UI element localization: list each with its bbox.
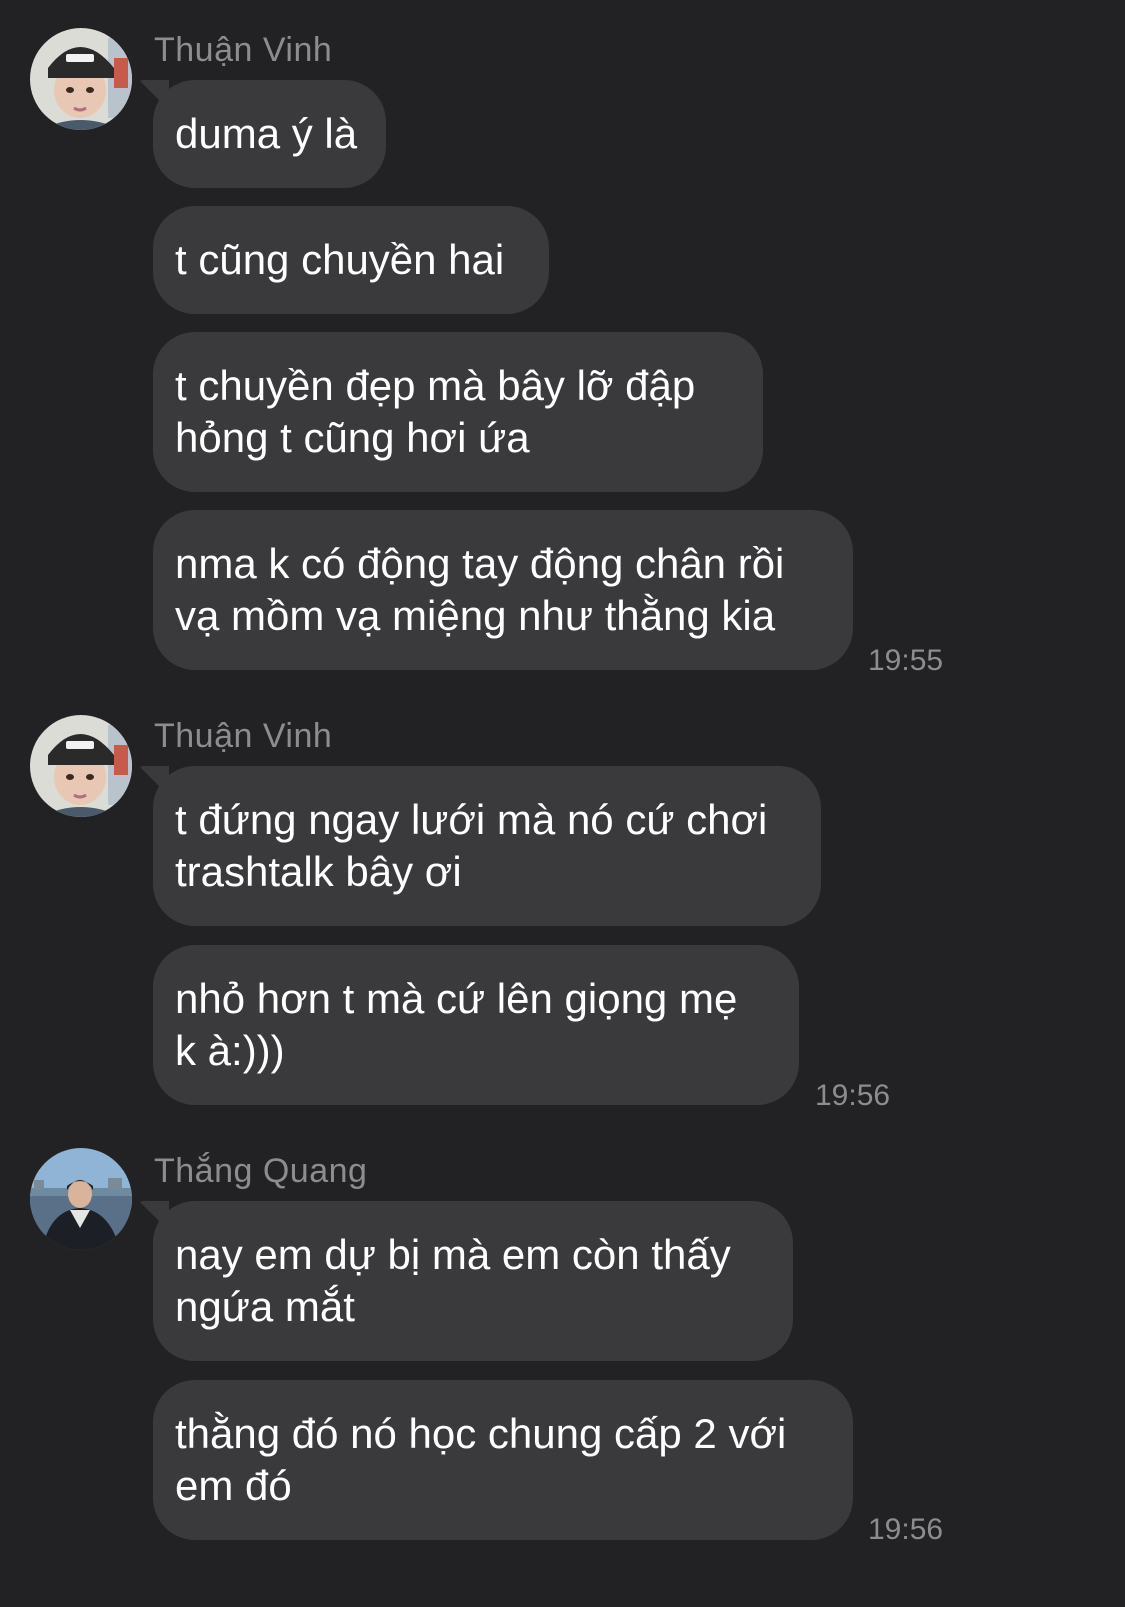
message-bubble[interactable]: t chuyền đẹp mà bây lỡ đập hỏng t cũng h… [153,332,763,492]
message-bubble[interactable]: nhỏ hơn t mà cứ lên giọng mẹ k à:))) [153,945,799,1105]
sender-name: Thuận Vinh [154,31,333,69]
chat-thread: Thuận Vinh duma ý là t cũng chuyền hai t… [0,0,1125,1607]
message-timestamp: 19:56 [815,1079,891,1112]
message-bubble[interactable]: t đứng ngay lưới mà nó cứ chơi trashtalk… [153,766,821,926]
message-bubble[interactable]: nay em dự bị mà em còn thấy ngứa mắt [153,1201,793,1361]
message-bubble[interactable]: duma ý là [153,80,386,188]
avatar-icon [30,28,132,130]
avatar-icon [30,715,132,817]
message-bubble[interactable]: t cũng chuyền hai [153,206,549,314]
avatar-thuan-vinh[interactable] [30,715,132,817]
message-timestamp: 19:55 [868,644,944,677]
message-bubble[interactable]: nma k có động tay động chân rồi vạ mồm v… [153,510,853,670]
avatar-thuan-vinh[interactable] [30,28,132,130]
sender-name: Thắng Quang [154,1152,368,1190]
message-bubble[interactable]: thằng đó nó học chung cấp 2 với em đó [153,1380,853,1540]
message-timestamp: 19:56 [868,1513,944,1546]
sender-name: Thuận Vinh [154,717,333,755]
avatar-icon [30,1148,132,1250]
avatar-thang-quang[interactable] [30,1148,132,1250]
